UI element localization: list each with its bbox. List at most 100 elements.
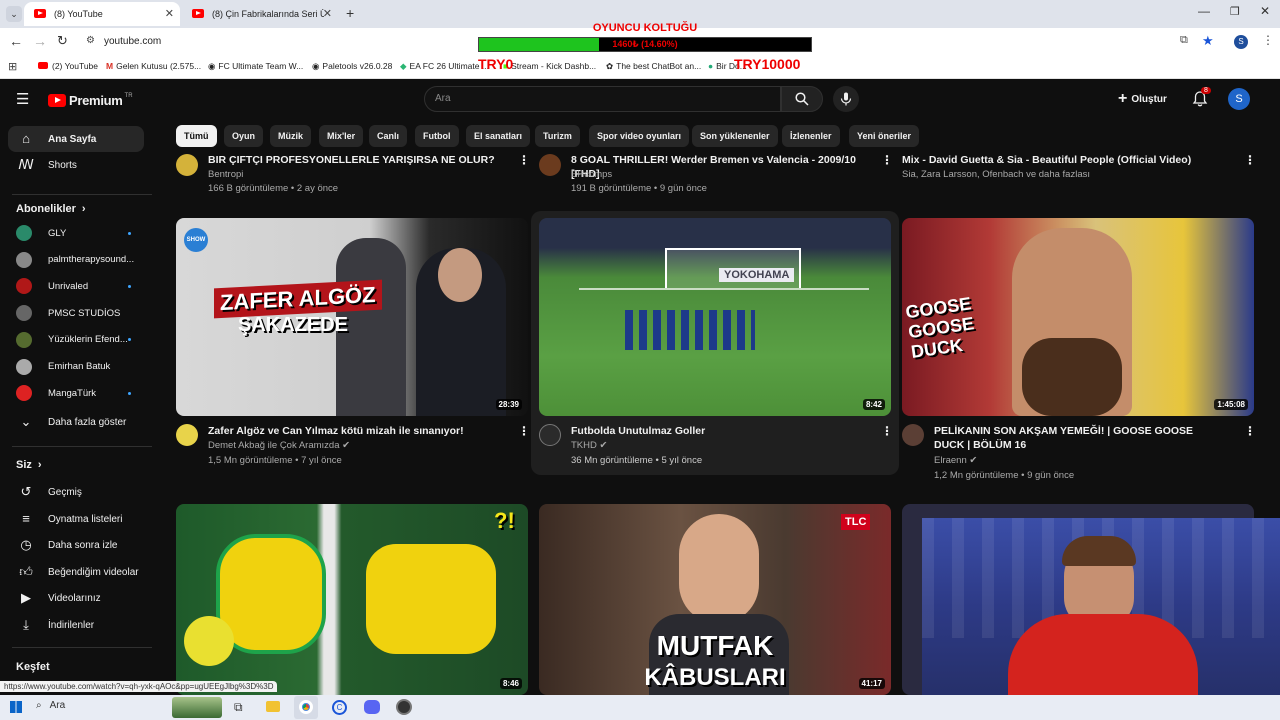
- video-title[interactable]: BIR ÇIFTÇI PROFESYONELLERLE YARIŞIRSA NE…: [208, 153, 508, 167]
- back-icon[interactable]: ←: [9, 33, 23, 49]
- file-explorer-icon[interactable]: [266, 701, 280, 712]
- discord-icon[interactable]: [364, 700, 380, 714]
- profile-avatar[interactable]: S: [1234, 35, 1248, 49]
- filter-chip[interactable]: Yeni öneriler: [849, 125, 920, 147]
- more-options-icon[interactable]: ⋮: [881, 153, 893, 167]
- filter-chip[interactable]: Canlı: [369, 125, 408, 147]
- you-heading[interactable]: Siz ›: [16, 459, 42, 471]
- close-window-button[interactable]: ✕: [1260, 4, 1270, 18]
- tab-youtube[interactable]: (8) YouTube ✕: [24, 2, 180, 26]
- video-thumbnail[interactable]: SHOW ZAFER ALGÖZ ŞAKAZEDE 28:39: [176, 218, 528, 416]
- sidebar-subscription-item[interactable]: GLY: [16, 223, 146, 243]
- video-thumbnail[interactable]: ?! 8:46: [176, 504, 528, 695]
- sidebar-item-watch-later[interactable]: ◷ Daha sonra izle: [8, 532, 144, 558]
- windows-start-icon[interactable]: [10, 701, 22, 713]
- create-button[interactable]: + Oluştur: [1118, 90, 1167, 108]
- new-tab-button[interactable]: +: [346, 5, 354, 21]
- show-more-button[interactable]: ⌄ Daha fazla göster: [8, 409, 144, 435]
- bookmark-gmail[interactable]: M Gelen Kutusu (2.575...: [106, 61, 201, 71]
- channel-avatar[interactable]: [176, 154, 198, 176]
- hamburger-menu-icon[interactable]: ☰: [16, 90, 29, 108]
- account-avatar[interactable]: S: [1228, 88, 1250, 110]
- url-field[interactable]: youtube.com: [104, 36, 161, 47]
- channel-name[interactable]: TKHD ✔: [571, 440, 607, 451]
- task-view-icon[interactable]: ⧉: [234, 700, 243, 715]
- video-title[interactable]: Mix - David Guetta & Sia - Beautiful Peo…: [902, 153, 1242, 167]
- sidebar-item-history[interactable]: ↺ Geçmiş: [8, 479, 144, 505]
- voice-search-button[interactable]: [833, 86, 859, 112]
- more-options-icon[interactable]: ⋮: [518, 153, 530, 167]
- channel-name[interactable]: Bentropi: [208, 169, 243, 180]
- bookmark-chatbot[interactable]: ✿ The best ChatBot an...: [606, 61, 701, 72]
- filter-chip[interactable]: Tümü: [176, 125, 217, 147]
- chrome-icon[interactable]: [294, 696, 318, 719]
- sidebar-subscription-item[interactable]: Unrivaled: [16, 276, 146, 296]
- more-options-icon[interactable]: ⋮: [518, 424, 530, 438]
- tab-factory-video[interactable]: (8) Çin Fabrikalarında Seri Üretim ✕: [182, 2, 338, 26]
- bookmark-fut[interactable]: ◉ FC Ultimate Team W...: [208, 61, 303, 72]
- restore-button[interactable]: ❐: [1230, 5, 1240, 18]
- obs-icon[interactable]: [396, 699, 412, 715]
- sidebar-item-your-videos[interactable]: ▶ Videolarınız: [8, 585, 144, 611]
- close-tab-icon[interactable]: ✕: [165, 7, 174, 20]
- site-info-icon[interactable]: ⚙: [86, 35, 95, 46]
- filter-chip[interactable]: Futbol: [415, 125, 459, 147]
- browser-menu-icon[interactable]: ⋮: [1262, 33, 1274, 47]
- taskbar-search[interactable]: ⌕ Ara: [36, 700, 65, 711]
- bookmark-eafc[interactable]: ◆ EA FC 26 Ultimate ...: [400, 61, 489, 72]
- subscriptions-heading[interactable]: Abonelikler ›: [16, 203, 86, 215]
- channel-avatar[interactable]: [176, 424, 198, 446]
- bookmark-kick[interactable]: ■ Stream - Kick Dashb...: [503, 61, 596, 71]
- filter-chip[interactable]: Turizm: [535, 125, 580, 147]
- sidebar-subscription-item[interactable]: Emirhan Batuk: [16, 357, 146, 377]
- bookmark-paletools[interactable]: ◉ Paletools v26.0.28: [312, 61, 392, 72]
- sidebar-item-home[interactable]: ⌂ Ana Sayfa: [8, 126, 144, 152]
- more-options-icon[interactable]: ⋮: [1244, 153, 1256, 167]
- channel-avatar[interactable]: [902, 424, 924, 446]
- filter-chip[interactable]: İzlenenler: [782, 125, 840, 147]
- youtube-logo[interactable]: Premium TR: [48, 93, 133, 108]
- channel-name[interactable]: Elraenn ✔: [934, 455, 977, 466]
- bookmark-star-icon[interactable]: ★: [1202, 33, 1214, 49]
- video-title[interactable]: 8 GOAL THRILLER! Werder Bremen vs Valenc…: [571, 153, 881, 181]
- channel-name[interactable]: Sia, Zara Larsson, Ofenbach ve daha fazl…: [902, 169, 1090, 180]
- more-options-icon[interactable]: ⋮: [1244, 424, 1256, 438]
- channel-name[interactable]: EHcomps: [571, 169, 612, 180]
- more-options-icon[interactable]: ⋮: [881, 424, 893, 438]
- filter-chip[interactable]: Spor video oyunları: [589, 125, 690, 147]
- reload-icon[interactable]: ↻: [57, 33, 68, 49]
- minimize-button[interactable]: —: [1198, 4, 1210, 18]
- taskbar-widget-trees[interactable]: [172, 697, 222, 718]
- sidebar-subscription-item[interactable]: MangaTürk: [16, 383, 146, 403]
- sidebar-item-liked[interactable]: 👍︎ Beğendiğim videolar: [8, 559, 144, 585]
- sidebar-item-downloads[interactable]: ⤓ İndirilenler: [8, 612, 144, 638]
- channel-avatar[interactable]: [539, 424, 561, 446]
- video-title[interactable]: PELİKANIN SON AKŞAM YEMEĞİ! | GOOSE GOOS…: [934, 424, 1224, 452]
- app-icon[interactable]: C: [332, 700, 347, 715]
- channel-avatar[interactable]: [539, 154, 561, 176]
- filter-chip[interactable]: El sanatları: [466, 125, 531, 147]
- close-tab-icon[interactable]: ✕: [323, 7, 332, 20]
- search-button[interactable]: [781, 86, 823, 112]
- filter-chip[interactable]: Müzik: [270, 125, 312, 147]
- video-title[interactable]: Futbolda Unutulmaz Goller: [571, 424, 871, 438]
- sidebar-subscription-item[interactable]: palmtherapysound...: [16, 250, 146, 270]
- video-thumbnail[interactable]: GOOSE GOOSE DUCK 1:45:08: [902, 218, 1254, 416]
- search-input[interactable]: Ara: [424, 86, 781, 112]
- filter-chip[interactable]: Son yüklenenler: [692, 125, 778, 147]
- apps-grid-icon[interactable]: ⊞: [8, 60, 17, 73]
- sidebar-subscription-item[interactable]: PMSC STUDİOS: [16, 303, 146, 323]
- sidebar-subscription-item[interactable]: Yüzüklerin Efend...: [16, 330, 146, 350]
- sidebar-item-playlists[interactable]: ≡ Oynatma listeleri: [8, 506, 144, 532]
- notifications-button[interactable]: 8: [1192, 87, 1211, 112]
- video-thumbnail[interactable]: YOKOHAMA 8:42: [539, 218, 891, 416]
- sidebar-item-shorts[interactable]: ꟿ Shorts: [8, 152, 144, 178]
- forward-icon[interactable]: →: [33, 33, 47, 49]
- install-app-icon[interactable]: ⧉: [1180, 34, 1188, 47]
- filter-chip[interactable]: Oyun: [224, 125, 264, 147]
- tab-list-icon[interactable]: ⌄: [6, 6, 22, 22]
- bookmark-youtube[interactable]: (2) YouTube: [38, 61, 98, 71]
- filter-chip[interactable]: Mix'ler: [319, 125, 364, 147]
- video-thumbnail[interactable]: TLC MUTFAK KÂBUSLARI 41:17: [539, 504, 891, 695]
- video-title[interactable]: Zafer Algöz ve Can Yılmaz kötü mizah ile…: [208, 424, 508, 438]
